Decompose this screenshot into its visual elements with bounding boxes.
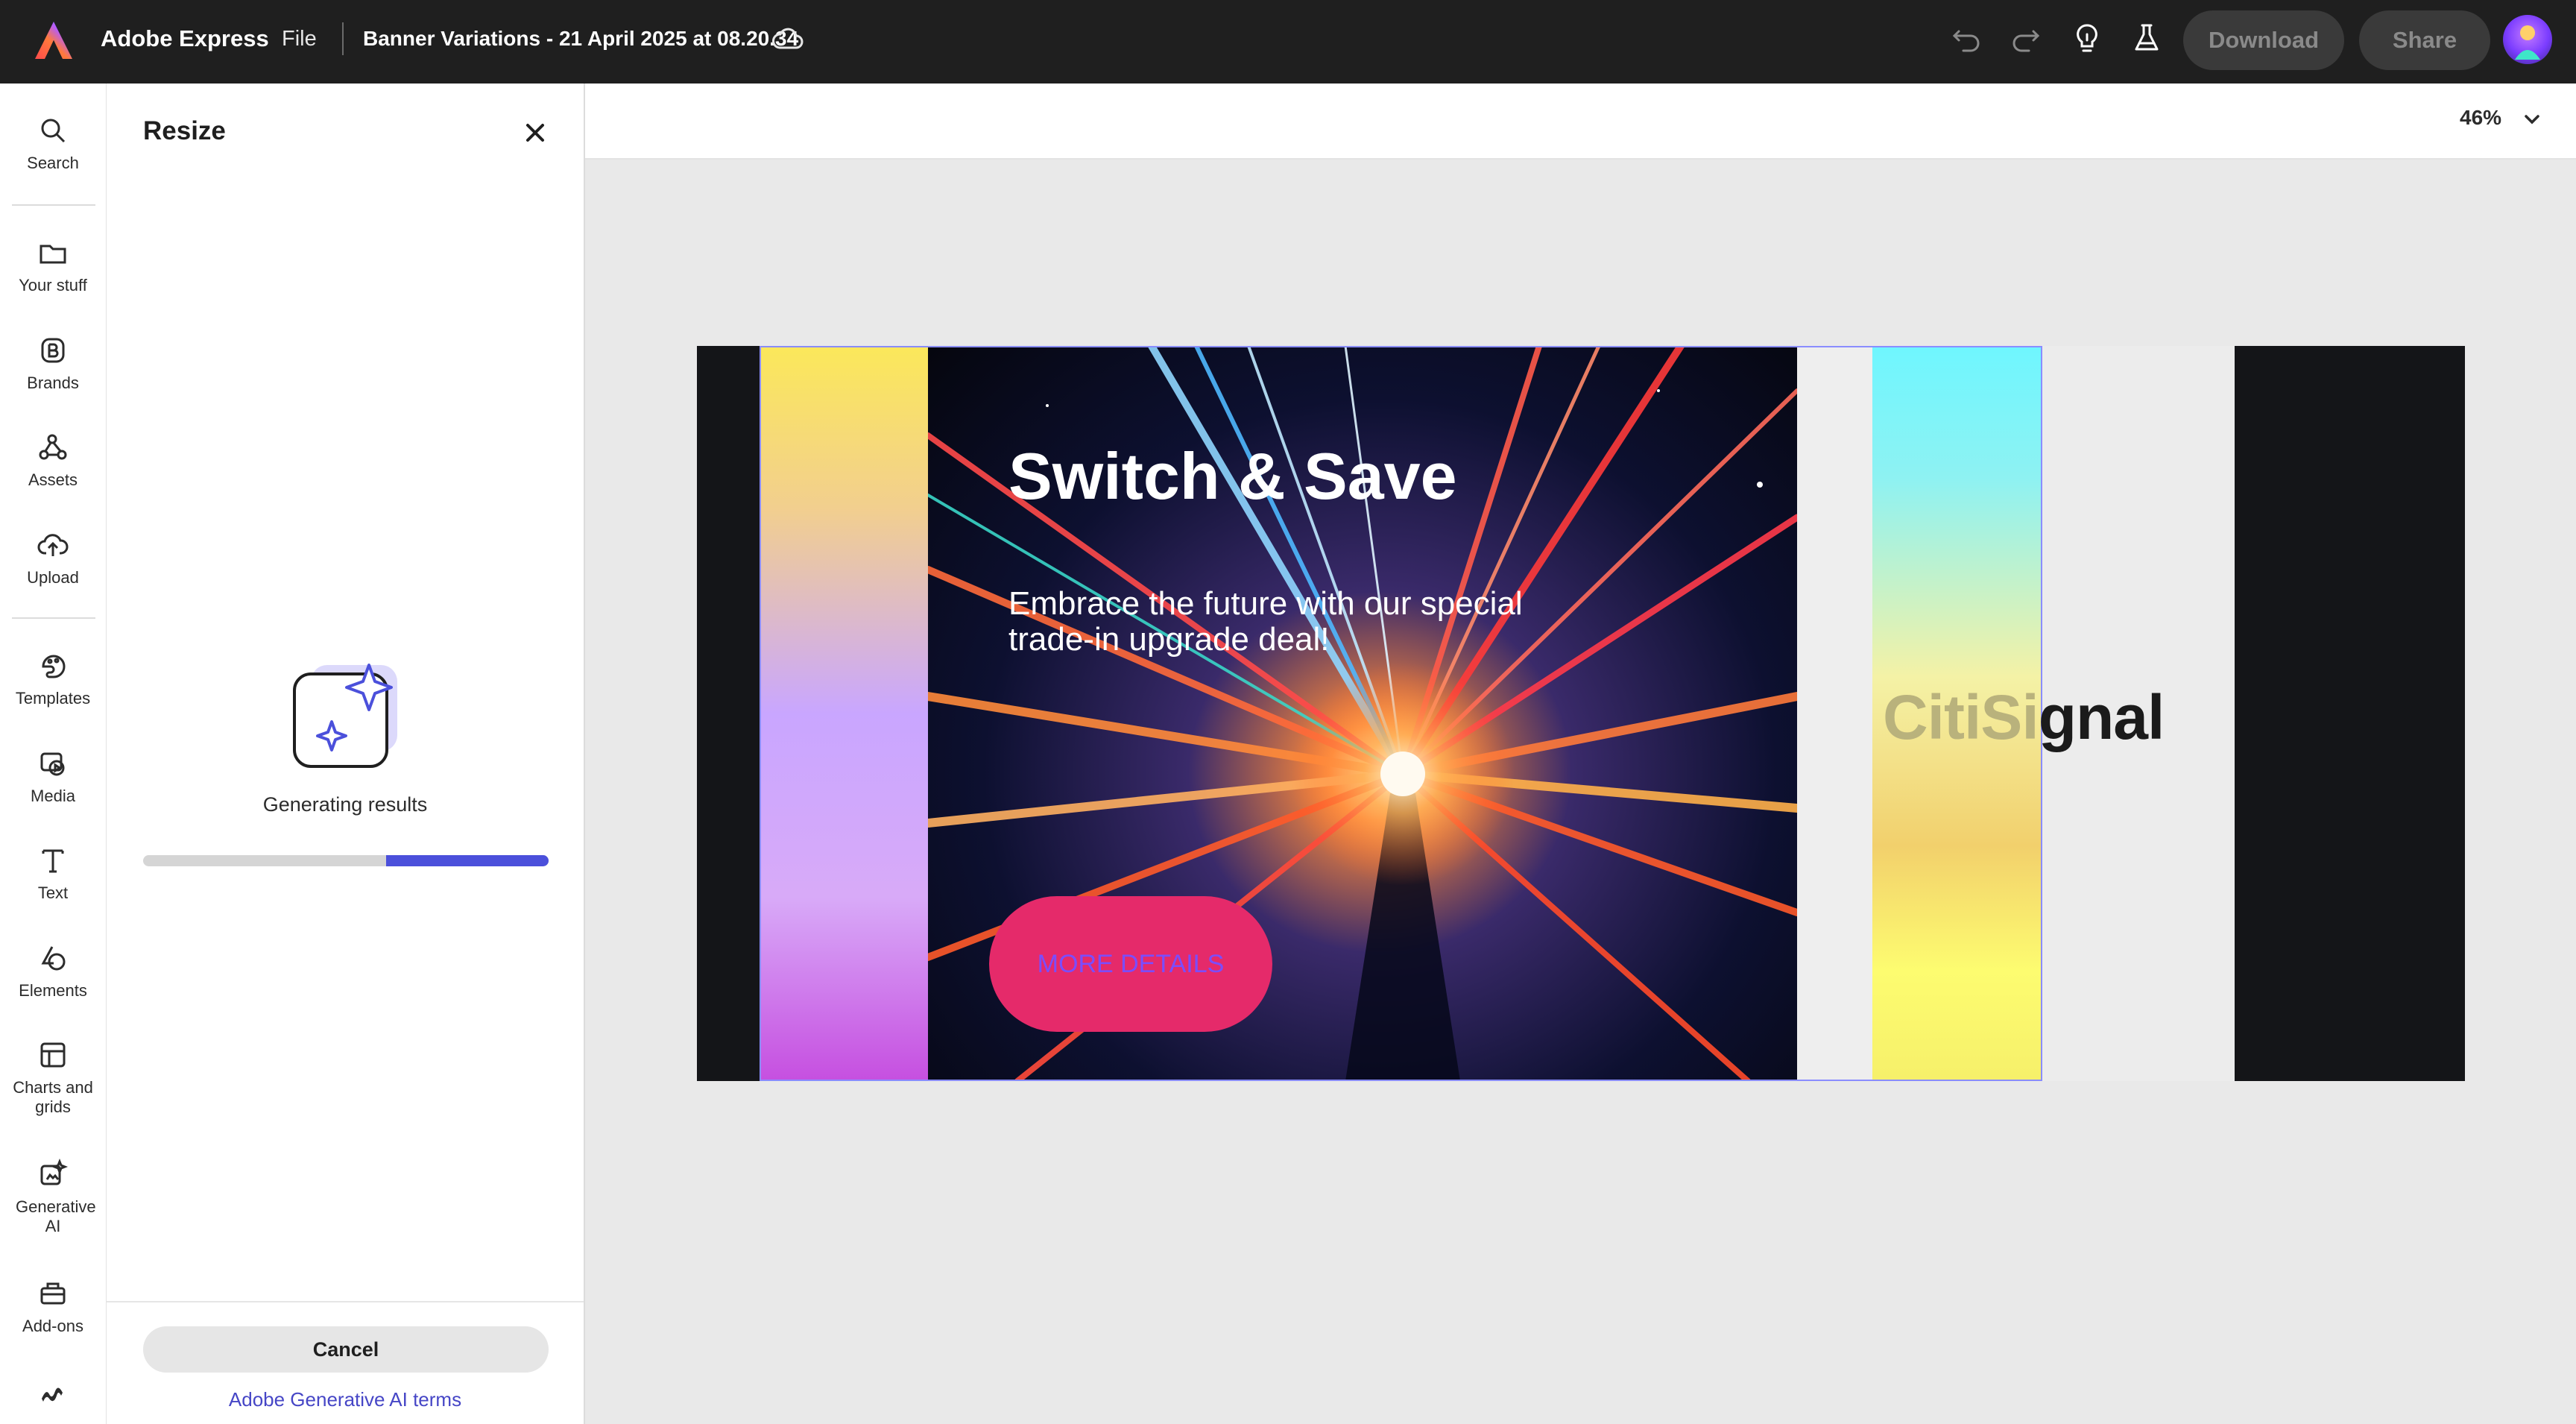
- rail-divider: [12, 204, 95, 206]
- rail-label: Generative AI: [16, 1197, 96, 1235]
- rail-media[interactable]: Media: [0, 748, 106, 806]
- rail-label: Media: [31, 787, 75, 805]
- rail-label: Your stuff: [19, 276, 87, 294]
- banner-subtext[interactable]: Embrace the future with our special trad…: [1008, 586, 1560, 658]
- top-bar: Adobe Express File Banner Variations - 2…: [0, 0, 2576, 84]
- rail-text[interactable]: Text: [0, 845, 106, 903]
- brand-text-rest: gnal: [2038, 682, 2165, 752]
- media-icon: [40, 752, 65, 776]
- close-icon[interactable]: [519, 116, 552, 149]
- rail-upload[interactable]: Upload: [0, 529, 106, 587]
- share-button[interactable]: Share: [2359, 10, 2490, 70]
- avatar-figure-icon: [2515, 25, 2540, 60]
- search-icon: [41, 119, 66, 143]
- rail-label: Elements: [19, 981, 87, 1000]
- rail-label: Search: [27, 154, 79, 172]
- rail-divider: [12, 617, 95, 619]
- more-details-button[interactable]: MORE DETAILS: [989, 896, 1272, 1032]
- undo-icon[interactable]: [1948, 21, 1984, 57]
- generative-ai-terms-link[interactable]: Adobe Generative AI terms: [107, 1388, 584, 1411]
- generating-status: Generating results: [262, 793, 428, 816]
- assets-icon: [39, 434, 67, 460]
- generative-ai-icon: [40, 1159, 69, 1185]
- zoom-level[interactable]: 46%: [2460, 106, 2501, 130]
- labs-flask-icon[interactable]: [2129, 21, 2165, 57]
- resize-panel: Resize Generating results Cancel Adobe G…: [107, 84, 585, 1424]
- document-title[interactable]: Banner Variations - 21 April 2025 at 08.…: [363, 27, 798, 51]
- left-gradient-strip[interactable]: [760, 346, 928, 1081]
- lightbulb-icon[interactable]: [2069, 21, 2105, 57]
- charts-icon: [40, 1042, 66, 1068]
- cancel-button[interactable]: Cancel: [143, 1326, 549, 1373]
- text-icon: [42, 849, 64, 873]
- upload-icon: [37, 534, 69, 556]
- user-avatar[interactable]: [2503, 15, 2552, 64]
- rail-search[interactable]: Search: [0, 115, 106, 173]
- folder-icon: [40, 245, 66, 264]
- brand-text-faded: CitiSi: [1883, 682, 2039, 752]
- generative-sparkle-icon: [293, 664, 397, 768]
- banner-artboard[interactable]: Switch & Save Embrace the future with ou…: [697, 346, 2465, 1081]
- canvas-toolbar: 46%: [585, 84, 2576, 160]
- addons-icon: [40, 1282, 66, 1305]
- banner-headline[interactable]: Switch & Save: [1008, 438, 1457, 514]
- rail-label: Text: [37, 883, 69, 902]
- progress-bar: [143, 855, 549, 866]
- app-name[interactable]: Adobe Express: [101, 25, 269, 52]
- elements-icon: [41, 946, 66, 971]
- rail-label: Add-ons: [22, 1317, 83, 1335]
- draw-icon: [42, 1387, 63, 1402]
- file-menu[interactable]: File: [282, 27, 317, 51]
- rail-generative-ai[interactable]: Generative AI: [0, 1159, 106, 1236]
- rail-label: Charts and grids: [13, 1078, 93, 1116]
- rail-your-stuff[interactable]: Your stuff: [0, 237, 106, 295]
- light-grey-panel[interactable]: [1797, 346, 1872, 1081]
- panel-title: Resize: [143, 116, 226, 145]
- divider: [342, 22, 344, 55]
- rail-label: Templates: [15, 689, 91, 708]
- cloud-icon[interactable]: [771, 22, 805, 57]
- redo-icon[interactable]: [2008, 21, 2044, 57]
- rail-more[interactable]: [0, 1376, 106, 1415]
- left-rail: Search Your stuff Brands Assets Upload T…: [0, 84, 107, 1424]
- rail-assets[interactable]: Assets: [0, 432, 106, 490]
- rail-label: Brands: [27, 374, 79, 392]
- brand-logo-text[interactable]: CitiSignal: [1883, 681, 2165, 754]
- rail-templates[interactable]: Templates: [0, 650, 106, 708]
- panel-footer-divider: [107, 1301, 584, 1302]
- chevron-down-icon[interactable]: [2522, 109, 2542, 130]
- brand-icon: [41, 338, 65, 363]
- adobe-express-logo[interactable]: [33, 19, 75, 61]
- rail-label: Upload: [27, 568, 79, 587]
- download-button[interactable]: Download: [2183, 10, 2344, 70]
- rail-brands[interactable]: Brands: [0, 335, 106, 393]
- templates-icon: [42, 655, 66, 678]
- progress-fill: [386, 855, 549, 866]
- rail-add-ons[interactable]: Add-ons: [0, 1278, 106, 1336]
- rail-label: Assets: [28, 470, 78, 489]
- rail-elements[interactable]: Elements: [0, 942, 106, 1001]
- rail-charts-and-grids[interactable]: Charts and grids: [0, 1039, 106, 1117]
